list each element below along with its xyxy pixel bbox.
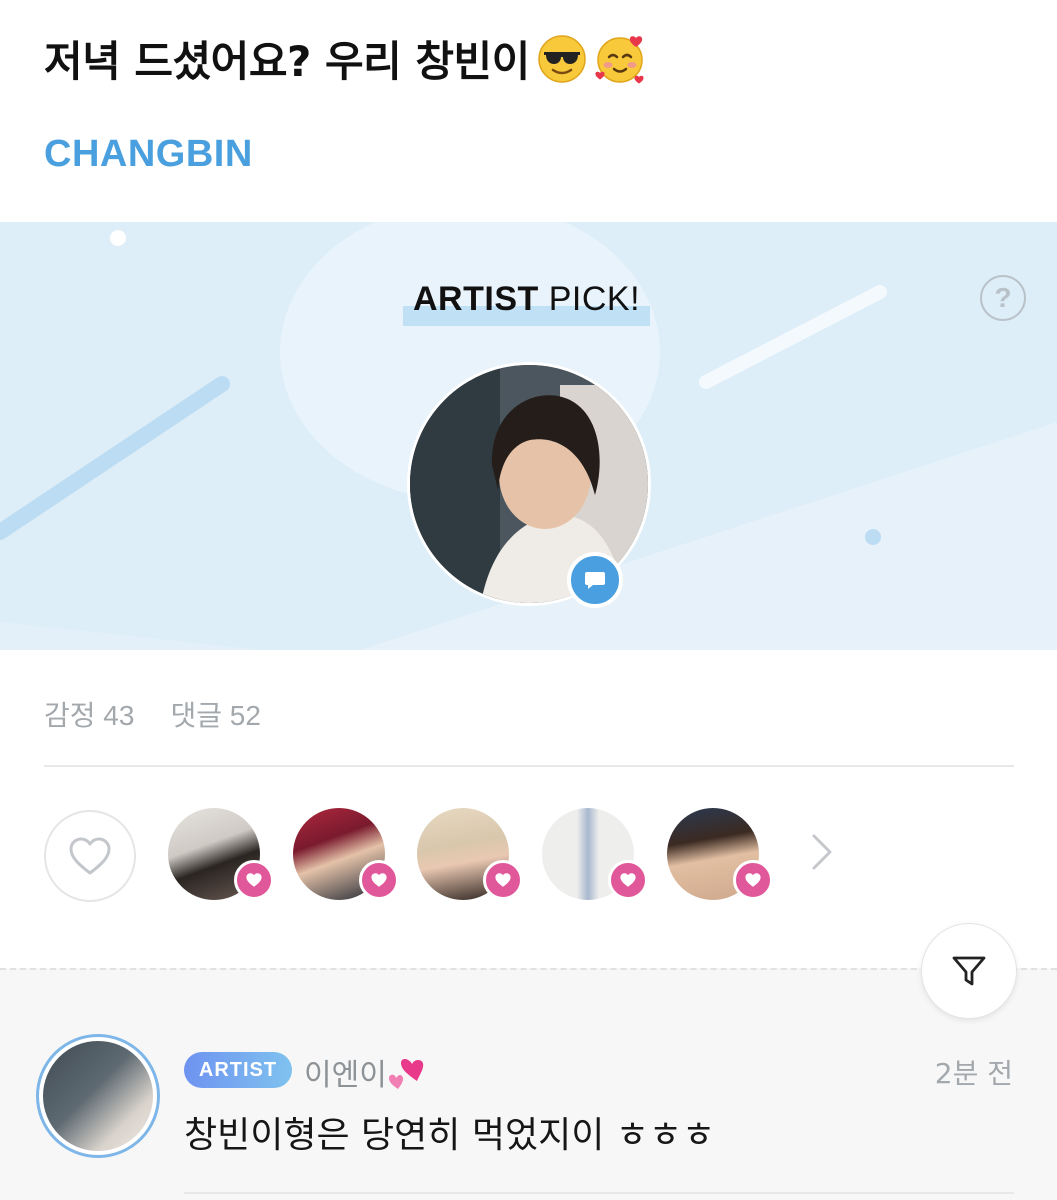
comment-badge-icon [567, 552, 623, 608]
artist-name-link[interactable]: CHANGBIN [44, 133, 253, 176]
heart-badge-icon [483, 860, 523, 900]
heart-badge-icon [608, 860, 648, 900]
artist-pick-title-rest: PICK! [538, 280, 641, 318]
like-button[interactable] [44, 810, 136, 902]
post-stats: 감정 43 댓글 52 [44, 694, 261, 734]
comment-text: 창빈이형은 당연히 먹었지이 ㅎㅎㅎ [184, 1115, 716, 1156]
artist-pick-title: ARTIST PICK! [403, 276, 651, 326]
filter-icon [952, 956, 986, 986]
heart-outline-icon [69, 837, 111, 875]
filter-button[interactable] [921, 923, 1017, 1019]
post-title-text: 저녁 드셨어요? 우리 창빈이 [44, 37, 530, 86]
comment-author-text: 이엔이 [304, 1058, 387, 1093]
help-icon[interactable]: ? [980, 275, 1026, 321]
reactor-avatar-5[interactable] [667, 808, 773, 900]
heart-badge-icon [234, 860, 274, 900]
divider [184, 1192, 1014, 1194]
comment-author-avatar[interactable] [36, 1034, 160, 1158]
post-title: 저녁 드셨어요? 우리 창빈이 [44, 28, 646, 89]
divider [44, 765, 1014, 767]
reactor-avatar-3[interactable] [417, 808, 523, 900]
chevron-right-icon[interactable] [808, 830, 838, 874]
emotion-count[interactable]: 감정 43 [44, 694, 134, 734]
reactor-avatar-2[interactable] [293, 808, 399, 900]
reactor-avatar-4[interactable] [542, 808, 648, 900]
artist-pick-title-bold: ARTIST [413, 280, 539, 318]
sparkling-hearts-icon [388, 1059, 424, 1089]
comment-count[interactable]: 댓글 52 [170, 694, 260, 734]
comment-timestamp: 2분 전 [934, 1057, 1013, 1090]
reactor-avatar-1[interactable] [168, 808, 274, 900]
artist-badge: ARTIST [184, 1052, 292, 1088]
heart-badge-icon [359, 860, 399, 900]
artist-pick-banner: ARTIST PICK! ? [0, 222, 1057, 650]
heart-badge-icon [733, 860, 773, 900]
smiling-hearts-emoji-icon [595, 35, 644, 83]
comment-author-name[interactable]: 이엔이 [304, 1050, 427, 1094]
sunglasses-emoji-icon [538, 34, 586, 83]
